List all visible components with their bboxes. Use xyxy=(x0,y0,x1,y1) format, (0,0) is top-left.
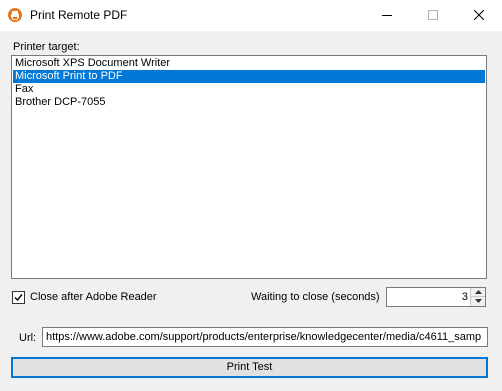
printer-item-print-to-pdf[interactable]: Microsoft Print to PDF xyxy=(13,70,485,83)
wait-seconds-value[interactable]: 3 xyxy=(462,291,468,304)
window-title: Print Remote PDF xyxy=(30,8,128,22)
printer-item-xps[interactable]: Microsoft XPS Document Writer xyxy=(13,57,485,70)
waiting-to-close-label: Waiting to close (seconds) xyxy=(251,291,380,303)
minimize-icon xyxy=(382,15,392,16)
close-after-checkbox[interactable] xyxy=(12,291,25,304)
close-icon xyxy=(474,10,484,20)
print-test-button[interactable]: Print Test xyxy=(11,357,488,378)
arrow-down-icon xyxy=(475,299,482,303)
maximize-icon xyxy=(428,10,438,20)
spin-down-button[interactable] xyxy=(470,297,485,306)
close-after-label[interactable]: Close after Adobe Reader xyxy=(30,291,157,304)
printer-item-fax[interactable]: Fax xyxy=(13,83,485,96)
maximize-button[interactable] xyxy=(410,0,456,31)
printer-target-label: Printer target: xyxy=(13,41,80,53)
minimize-button[interactable] xyxy=(364,0,410,31)
spin-up-button[interactable] xyxy=(470,288,485,297)
wait-seconds-spinner[interactable]: 3 xyxy=(386,287,486,307)
printer-pdf-icon xyxy=(8,8,22,22)
close-button[interactable] xyxy=(456,0,502,31)
checkmark-icon xyxy=(14,294,23,302)
arrow-up-icon xyxy=(475,290,482,294)
print-remote-pdf-window: Print Remote PDF Printer target: Microso… xyxy=(0,0,502,391)
printer-listbox[interactable]: Microsoft XPS Document Writer Microsoft … xyxy=(11,55,487,279)
url-field[interactable]: https://www.adobe.com/support/products/e… xyxy=(42,327,488,347)
url-value[interactable]: https://www.adobe.com/support/products/e… xyxy=(46,331,481,344)
title-bar[interactable]: Print Remote PDF xyxy=(0,0,502,31)
url-label: Url: xyxy=(19,332,37,344)
printer-item-brother[interactable]: Brother DCP-7055 xyxy=(13,96,485,109)
